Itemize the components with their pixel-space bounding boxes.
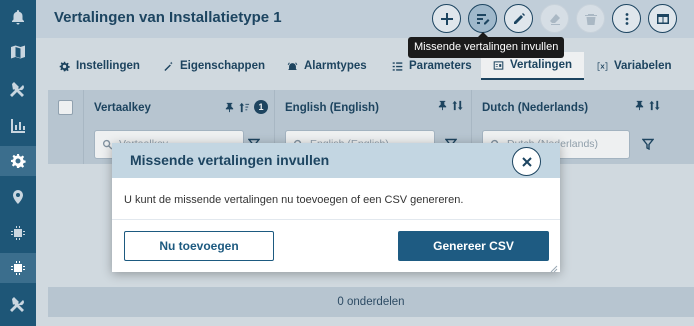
nav-notifications[interactable] bbox=[0, 2, 36, 32]
nav-map[interactable] bbox=[0, 37, 36, 67]
resize-handle[interactable] bbox=[550, 262, 558, 273]
divider bbox=[112, 219, 560, 220]
nav-settings[interactable] bbox=[0, 146, 36, 176]
nav-tools[interactable] bbox=[0, 74, 36, 104]
eraser-icon bbox=[549, 13, 560, 25]
dialog-title: Missende vertalingen invullen bbox=[130, 152, 330, 168]
plus-icon bbox=[440, 12, 453, 25]
page-header: Vertalingen van Installatietype 1 bbox=[36, 0, 694, 38]
tooltip: Missende vertalingen invullen bbox=[408, 32, 565, 58]
dots-vertical-icon bbox=[625, 12, 628, 25]
wrench-icon bbox=[10, 297, 24, 312]
trash-icon bbox=[584, 13, 597, 25]
pencil-icon bbox=[513, 12, 525, 24]
chart-icon bbox=[11, 119, 25, 133]
page-title: Vertalingen van Installatietype 1 bbox=[54, 9, 282, 26]
bell-icon bbox=[12, 10, 24, 25]
chip-icon bbox=[11, 226, 25, 240]
map-icon bbox=[11, 45, 25, 59]
resize-grip-icon bbox=[550, 265, 558, 273]
eraser-button[interactable] bbox=[540, 4, 569, 33]
fill-missing-translations-button[interactable] bbox=[468, 4, 497, 33]
edit-button[interactable] bbox=[504, 4, 533, 33]
generate-csv-button[interactable]: Genereer CSV bbox=[398, 231, 549, 261]
nav-locations[interactable] bbox=[0, 182, 36, 212]
add-now-button[interactable]: Nu toevoegen bbox=[124, 231, 274, 261]
dialog-header: Missende vertalingen invullen bbox=[112, 143, 560, 178]
add-button[interactable] bbox=[432, 4, 461, 33]
close-button[interactable] bbox=[512, 147, 541, 176]
gear-icon bbox=[11, 154, 26, 168]
columns-icon bbox=[656, 13, 669, 24]
nav-maintenance[interactable] bbox=[0, 289, 36, 319]
nav-installation-types[interactable] bbox=[0, 253, 36, 283]
columns-button[interactable] bbox=[648, 4, 677, 33]
close-icon bbox=[521, 156, 532, 167]
chip-settings-icon bbox=[11, 261, 25, 275]
left-navigation bbox=[0, 0, 36, 326]
nav-devices[interactable] bbox=[0, 218, 36, 248]
more-button[interactable] bbox=[612, 4, 641, 33]
delete-button[interactable] bbox=[576, 4, 605, 33]
dialog-message: U kunt de missende vertalingen nu toevoe… bbox=[124, 194, 464, 206]
missing-translations-dialog: Missende vertalingen invullen U kunt de … bbox=[112, 143, 560, 273]
nav-reports[interactable] bbox=[0, 111, 36, 141]
map-pin-icon bbox=[13, 190, 23, 204]
translate-edit-icon bbox=[476, 13, 489, 24]
tools-icon bbox=[10, 82, 24, 97]
